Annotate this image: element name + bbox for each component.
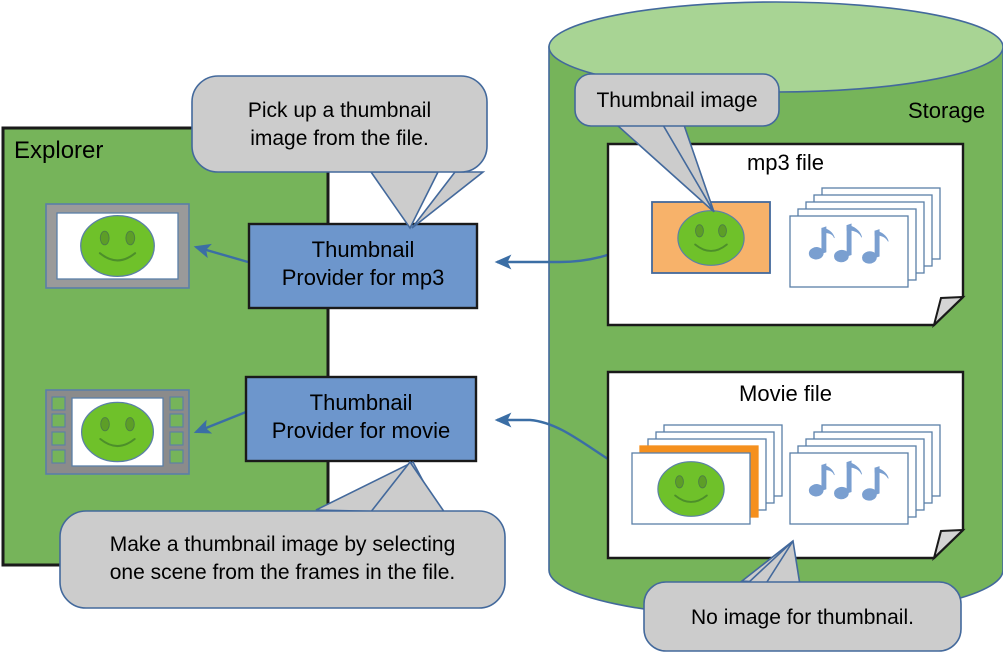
mp3-file-label: mp3 file	[746, 150, 825, 175]
movie-music-note-stack	[789, 424, 941, 525]
callout-make-thumbnail-line1: Make a thumbnail image by selecting	[109, 533, 456, 556]
explorer-label: Explorer	[14, 137, 104, 164]
callout-no-image-line1: No image for thumbnail.	[691, 606, 914, 629]
diagram-canvas: Explorer Storage Thumbnail Provider for …	[0, 0, 1003, 659]
storage-label: Storage	[908, 98, 986, 123]
callout-pick-up-line2: image from the file.	[250, 127, 429, 150]
provider-movie-label-line1: Thumbnail	[309, 390, 413, 415]
provider-mp3-label-line1: Thumbnail	[311, 237, 415, 262]
provider-movie-label-line2: Provider for movie	[271, 418, 451, 443]
movie-frame-stack	[631, 424, 783, 525]
callout-thumbnail-image-line1: Thumbnail image	[596, 89, 758, 112]
callout-pick-up-line1: Pick up a thumbnail	[247, 99, 432, 122]
explorer-movie-thumbnail	[45, 389, 190, 475]
mp3-music-note-stack	[789, 187, 941, 288]
explorer-picture-thumbnail	[45, 203, 190, 289]
movie-file-label: Movie file	[739, 381, 832, 406]
mp3-embedded-thumbnail	[651, 201, 771, 274]
provider-mp3-label-line2: Provider for mp3	[281, 265, 445, 290]
callout-make-thumbnail-line2: one scene from the frames in the file.	[109, 561, 456, 584]
explorer-panel	[1, 126, 330, 567]
